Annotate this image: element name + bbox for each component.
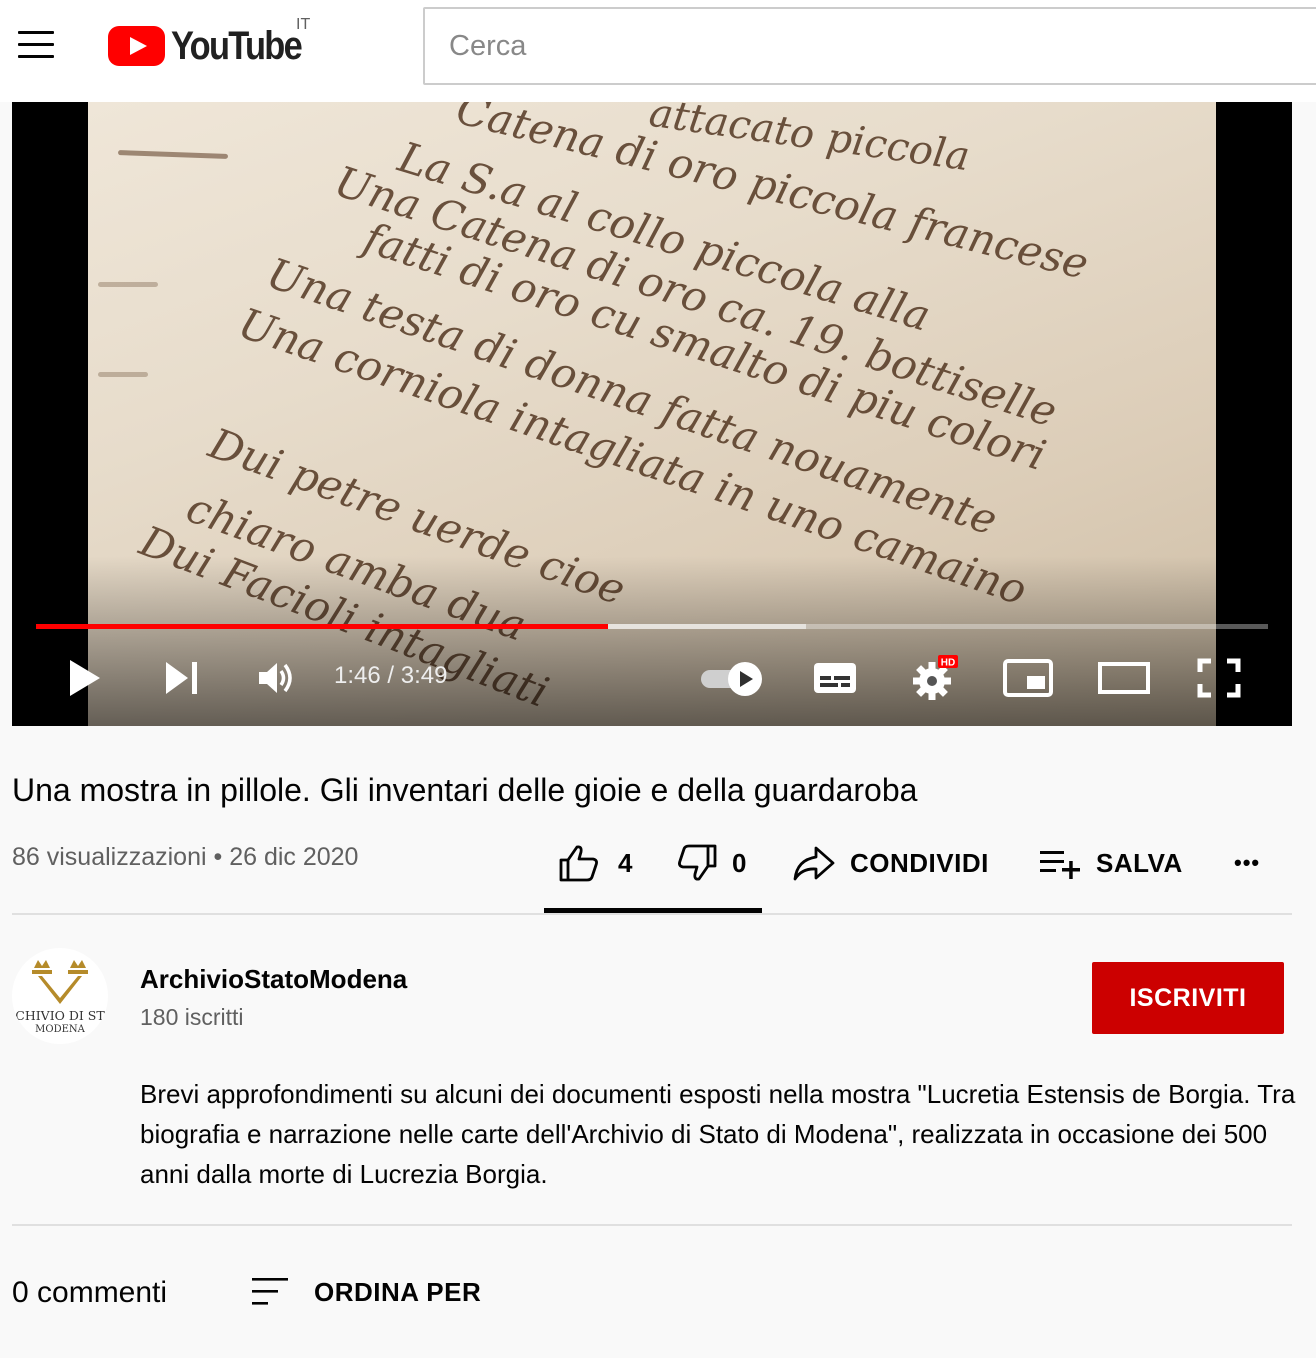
next-button[interactable] xyxy=(158,652,206,704)
divider xyxy=(12,1224,1292,1226)
play-icon xyxy=(70,660,100,696)
like-icon xyxy=(559,845,598,882)
autoplay-toggle[interactable] xyxy=(698,652,770,704)
settings-button[interactable]: HD xyxy=(906,652,964,704)
country-code: IT xyxy=(296,16,311,33)
fullscreen-icon xyxy=(1197,658,1241,698)
progress-played xyxy=(36,624,608,629)
youtube-play-icon xyxy=(108,26,165,66)
settings-icon: HD xyxy=(913,655,958,700)
volume-icon xyxy=(259,663,292,693)
play-button[interactable] xyxy=(58,652,110,704)
miniplayer-button[interactable] xyxy=(1002,652,1054,704)
subtitles-button[interactable] xyxy=(810,652,860,704)
menu-icon[interactable] xyxy=(18,28,54,60)
divider xyxy=(12,913,1292,915)
comments-count: 0 commenti xyxy=(12,1276,168,1309)
subscribe-button[interactable]: ISCRIVITI xyxy=(1092,962,1284,1034)
subtitles-icon xyxy=(814,663,856,693)
like-button[interactable]: 4 xyxy=(558,838,633,888)
more-icon: ••• xyxy=(1234,850,1261,875)
video-player[interactable]: attacato piccola Catena di oro piccola f… xyxy=(12,102,1292,726)
like-count: 4 xyxy=(618,847,633,878)
video-description: Brevi approfondimenti su alcuni dei docu… xyxy=(140,1079,1296,1189)
more-actions-button[interactable]: ••• xyxy=(1234,838,1260,888)
video-title: Una mostra in pillole. Gli inventari del… xyxy=(12,772,918,808)
fullscreen-button[interactable] xyxy=(1196,652,1242,704)
theater-mode-icon xyxy=(1098,662,1150,694)
subscriber-count: 180 iscritti xyxy=(140,1004,244,1030)
share-icon xyxy=(793,846,835,881)
autoplay-toggle-icon xyxy=(701,662,762,696)
sort-label: ORDINA PER xyxy=(314,1276,482,1307)
search-box[interactable] xyxy=(423,7,1316,85)
playlist-add-icon xyxy=(1040,851,1080,879)
logo-text: YouTube xyxy=(171,23,303,68)
sort-icon xyxy=(252,1278,288,1305)
dislike-button[interactable]: 0 xyxy=(676,838,747,888)
progress-bar[interactable] xyxy=(36,624,1268,629)
save-button[interactable]: SALVA xyxy=(1038,838,1183,888)
hd-badge: HD xyxy=(941,658,955,669)
next-icon xyxy=(166,662,197,694)
views-date: 86 visualizzazioni • 26 dic 2020 xyxy=(12,843,359,871)
theater-mode-button[interactable] xyxy=(1096,652,1152,704)
search-input[interactable] xyxy=(425,9,1316,83)
miniplayer-icon xyxy=(1003,659,1053,697)
masthead: YouTube IT xyxy=(0,0,1316,102)
sort-comments-button[interactable]: ORDINA PER xyxy=(250,1272,481,1312)
youtube-logo[interactable]: YouTube xyxy=(108,22,322,70)
archive-crest-icon: CHIVIO DI ST MODENA xyxy=(15,960,105,1035)
share-label: CONDIVIDI xyxy=(850,847,989,878)
channel-avatar[interactable]: CHIVIO DI ST MODENA xyxy=(12,948,108,1044)
avatar-text-2: MODENA xyxy=(35,1024,86,1035)
dislike-icon xyxy=(678,844,717,881)
share-button[interactable]: CONDIVIDI xyxy=(792,838,989,888)
avatar-text-1: CHIVIO DI ST xyxy=(15,1008,105,1023)
channel-name[interactable]: ArchivioStatoModena xyxy=(140,964,407,995)
time-display: 1:46 / 3:49 xyxy=(334,662,448,689)
volume-button[interactable] xyxy=(250,652,300,704)
save-label: SALVA xyxy=(1096,847,1183,878)
dislike-count: 0 xyxy=(732,847,747,878)
